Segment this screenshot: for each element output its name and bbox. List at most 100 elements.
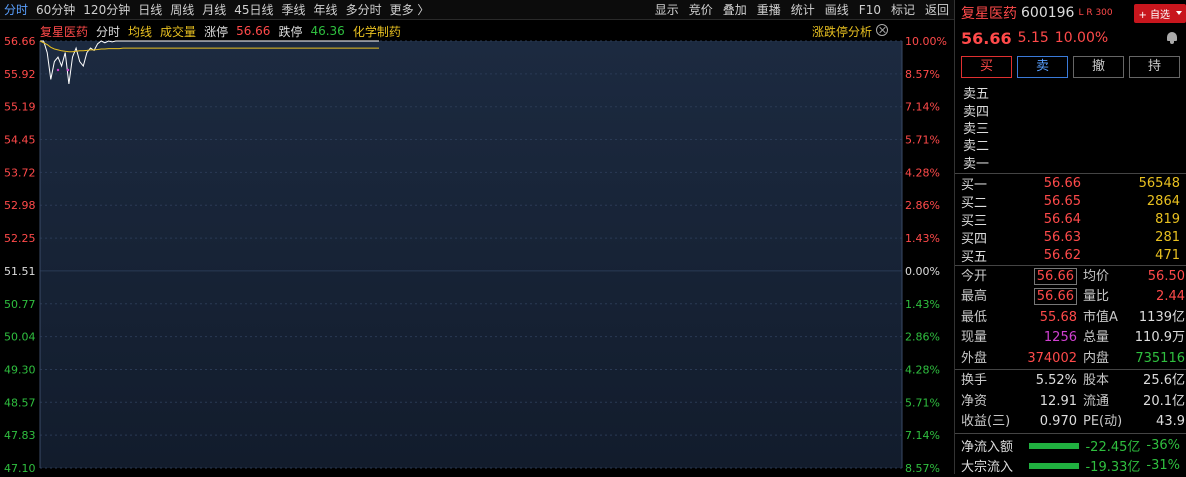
period-tab-10[interactable]: 更多 〉 <box>386 0 434 20</box>
bid-book: 买一 56.66 56548 买二 56.65 2864 买三 56.64 819 买四 56.63… <box>955 172 1186 265</box>
low-label: 最低 <box>961 309 988 325</box>
bid-row[interactable]: 买四 56.63 281 <box>955 229 1186 247</box>
fund-flow-pct: -36% <box>1146 438 1180 454</box>
close-icon[interactable] <box>876 23 888 36</box>
volume-ratio-value: 2.44 <box>1156 289 1185 305</box>
toolbar-action-5[interactable]: 画线 <box>820 0 854 20</box>
y-tick-right: 4.28% <box>905 166 940 179</box>
ask-label: 卖一 <box>963 156 990 172</box>
y-tick-left: 48.57 <box>4 396 36 409</box>
limit-up-label: 涨停 <box>204 24 229 39</box>
toolbar-action-7[interactable]: 标记 <box>886 0 920 20</box>
bid-row[interactable]: 买五 56.62 471 <box>955 247 1186 265</box>
ask-label: 卖三 <box>963 121 990 137</box>
limit-analysis-link[interactable]: 涨跌停分析 <box>812 23 902 40</box>
float-shares-label: 流通 <box>1083 393 1110 409</box>
period-tab-2[interactable]: 120分钟 <box>79 0 134 20</box>
low-value: 55.68 <box>1039 309 1077 325</box>
period-tab-8[interactable]: 年线 <box>310 0 342 20</box>
period-tab-7[interactable]: 季线 <box>278 0 310 20</box>
ask-row[interactable]: 卖一 <box>955 154 1186 172</box>
y-tick-right: 7.14% <box>905 429 940 442</box>
period-tab-5[interactable]: 月线 <box>198 0 230 20</box>
toolbar-action-4[interactable]: 统计 <box>786 0 820 20</box>
action-buttons: 显示 竞价 叠加 重播 统计 画线 F10 标记 返回 <box>650 0 954 20</box>
buy-button[interactable]: 买 <box>961 56 1012 78</box>
total-volume-label: 总量 <box>1083 330 1110 346</box>
sell-button[interactable]: 卖 <box>1017 56 1068 78</box>
ask-book: 卖五卖四 卖三 卖二卖一 <box>955 82 1186 173</box>
toolbar-action-3[interactable]: 重播 <box>752 0 786 20</box>
eps-label: 收益(三) <box>961 414 1011 430</box>
bid-row[interactable]: 买三 56.64 819 <box>955 211 1186 229</box>
bid-volume: 281 <box>1155 230 1180 246</box>
period-tab-3[interactable]: 日线 <box>134 0 166 20</box>
bid-volume: 471 <box>1155 248 1180 264</box>
toolbar-action-0[interactable]: 显示 <box>650 0 684 20</box>
pe-value: 43.9 <box>1156 414 1185 430</box>
chart-info-bar: 复星医药 分时 均线 成交量 涨停 56.66 跌停 46.36 化学制药 涨跌… <box>40 21 902 41</box>
bid-price: 56.63 <box>1043 230 1081 246</box>
high-label: 最高 <box>961 289 988 305</box>
ask-row[interactable]: 卖三 <box>955 119 1186 137</box>
y-tick-left: 50.04 <box>4 331 36 344</box>
y-tick-left: 52.98 <box>4 199 36 212</box>
fund-flow-pct: -31% <box>1146 458 1180 474</box>
fund-flow-value: -22.45亿 <box>1085 440 1141 456</box>
fund-flow-label: 大宗流入 <box>961 460 1014 476</box>
ask-row[interactable]: 卖五 <box>955 84 1186 102</box>
toolbar-action-2[interactable]: 叠加 <box>718 0 752 20</box>
fund-flow-value: -19.33亿 <box>1085 460 1141 476</box>
toolbar-action-6[interactable]: F10 <box>854 0 886 20</box>
chart-plot-area[interactable] <box>40 41 902 468</box>
high-value: 56.66 <box>1033 288 1077 306</box>
ask-label: 卖四 <box>963 104 990 120</box>
last-price: 56.66 <box>961 28 1012 48</box>
cancel-button[interactable]: 撤 <box>1073 56 1124 78</box>
fund-flow-row[interactable]: 净流入额 -22.45亿 -36% <box>955 436 1186 456</box>
period-tab-9[interactable]: 多分时 <box>342 0 386 20</box>
open-value: 56.66 <box>1033 267 1077 285</box>
add-watchlist-button[interactable]: + 自选 <box>1134 3 1186 23</box>
bid-label: 买五 <box>961 250 988 266</box>
limit-up-value: 56.66 <box>236 24 271 38</box>
fund-flow-row[interactable]: 大宗流入 -19.33亿 -31% <box>955 456 1186 476</box>
bid-volume: 2864 <box>1146 194 1180 210</box>
turnover-label: 换手 <box>961 373 988 389</box>
inner-volume-value: 735116 <box>1135 350 1185 366</box>
period-tab-6[interactable]: 45日线 <box>230 0 277 20</box>
chart-stock-name: 复星医药 <box>40 24 89 39</box>
bid-price: 56.65 <box>1043 194 1081 210</box>
toolbar-action-8[interactable]: 返回 <box>920 0 954 20</box>
bell-icon[interactable] <box>1166 32 1178 44</box>
mode-label[interactable]: 分时 <box>96 23 120 40</box>
bid-volume: 819 <box>1155 212 1180 228</box>
toolbar-action-1[interactable]: 竞价 <box>684 0 718 20</box>
fund-flow-label: 净流入额 <box>961 440 1014 456</box>
y-tick-left: 47.10 <box>4 462 36 474</box>
bid-row[interactable]: 买一 56.66 56548 <box>955 175 1186 193</box>
y-tick-left: 54.45 <box>4 134 36 147</box>
intraday-chart[interactable]: 56.66 10.00% 55.92 8.57% 55.19 7.14% 54.45 5.71… <box>0 21 954 475</box>
ask-row[interactable]: 卖二 <box>955 136 1186 154</box>
chart-svg[interactable]: 56.66 10.00% 55.92 8.57% 55.19 7.14% 54.45 5.71… <box>0 21 954 475</box>
bid-row[interactable]: 买二 56.65 2864 <box>955 193 1186 211</box>
period-tab-4[interactable]: 周线 <box>166 0 198 20</box>
y-tick-right: 1.43% <box>905 298 940 311</box>
y-tick-left: 51.51 <box>4 265 36 278</box>
chevron-down-icon[interactable] <box>1176 11 1182 15</box>
sector-label[interactable]: 化学制药 <box>353 23 401 40</box>
y-tick-right: 4.28% <box>905 363 940 376</box>
volume-label[interactable]: 成交量 <box>160 23 196 40</box>
avg-line-label[interactable]: 均线 <box>128 23 152 40</box>
market-cap-value: 1139亿 <box>1138 309 1185 325</box>
holdings-button[interactable]: 持 <box>1129 56 1180 78</box>
bid-price: 56.62 <box>1043 248 1081 264</box>
fundamentals-grid: 换手 5.52% 股本 25.6亿 净资 12.91 流通 20.1亿 收益(三… <box>955 371 1186 433</box>
stock-name: 复星医药 <box>961 6 1017 22</box>
period-tab-1[interactable]: 60分钟 <box>32 0 79 20</box>
period-tab-0[interactable]: 分时 <box>0 0 32 20</box>
y-tick-left: 50.77 <box>4 298 36 311</box>
ask-row[interactable]: 卖四 <box>955 101 1186 120</box>
fundamentals-section: 换手 5.52% 股本 25.6亿 净资 12.91 流通 20.1亿 收益(三… <box>955 369 1186 433</box>
